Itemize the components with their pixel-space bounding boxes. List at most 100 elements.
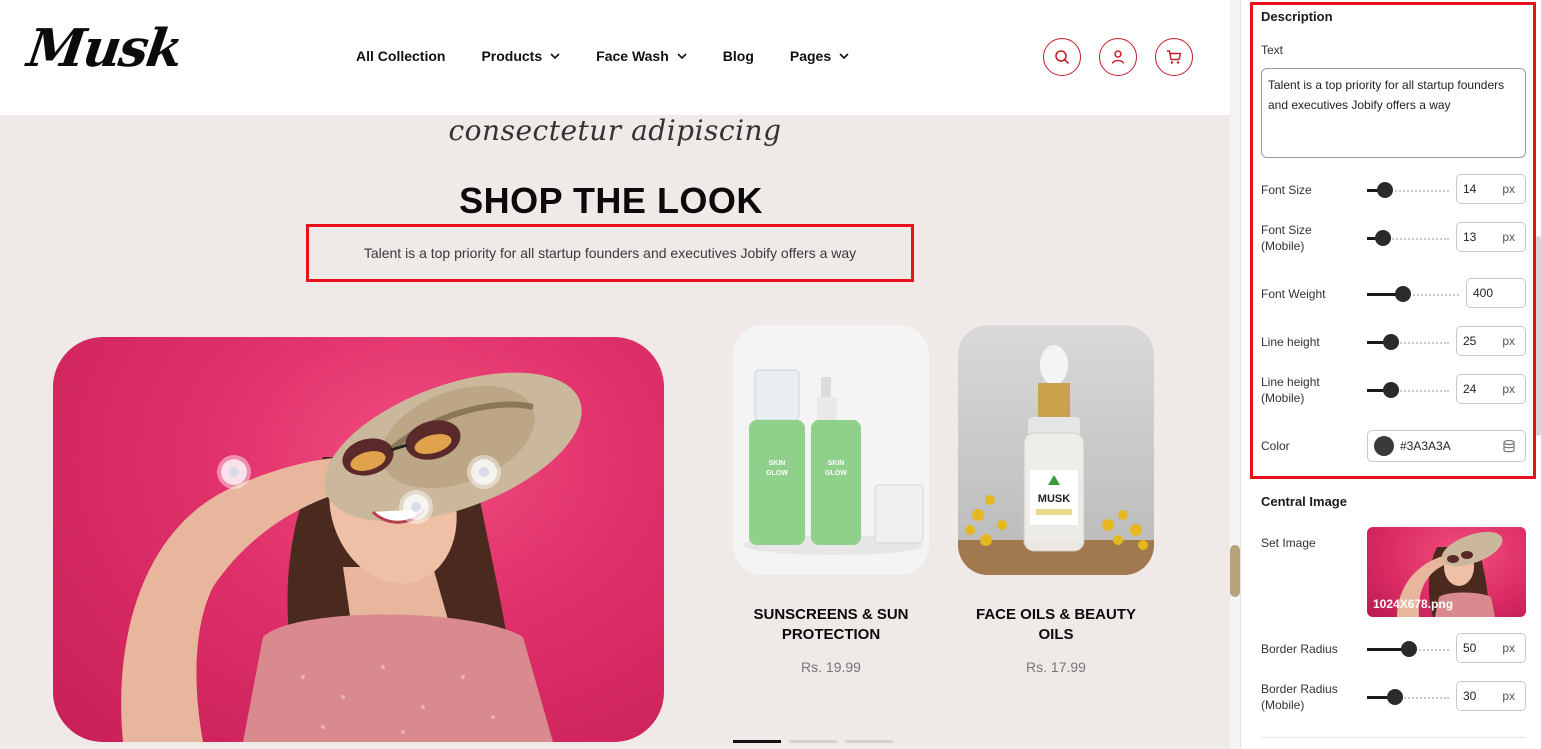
slider-track xyxy=(1397,390,1449,392)
color-swatch[interactable] xyxy=(1374,436,1394,456)
border-radius-mobile-input[interactable]: 30 px xyxy=(1456,681,1526,711)
settings-panel-scrollbar[interactable] xyxy=(1536,236,1541,436)
nav-item-all-collection[interactable]: All Collection xyxy=(356,48,445,64)
site-header: Musk All Collection Products Face Wash B… xyxy=(0,0,1230,115)
border-radius-mobile-value: 30 xyxy=(1463,689,1477,703)
description-heading: Description xyxy=(1261,9,1333,24)
nav-item-label: All Collection xyxy=(356,48,446,64)
central-image-heading: Central Image xyxy=(1261,494,1347,509)
slider-handle[interactable] xyxy=(1377,182,1393,198)
line-height-label: Line height xyxy=(1261,335,1320,349)
site-logo[interactable]: Musk xyxy=(24,18,185,79)
line-height-slider[interactable] xyxy=(1367,334,1449,350)
unit-label: px xyxy=(1502,689,1515,703)
database-icon[interactable] xyxy=(1503,439,1515,453)
section-description: Talent is a top priority for all startup… xyxy=(363,244,857,261)
product-title[interactable]: FACE OILS & BEAUTY OILS xyxy=(958,605,1154,645)
border-radius-slider[interactable] xyxy=(1367,641,1449,657)
border-radius-input[interactable]: 50 px xyxy=(1456,633,1526,663)
color-label: Color xyxy=(1261,439,1290,453)
product-hotspot[interactable] xyxy=(403,494,429,520)
font-size-slider[interactable] xyxy=(1367,182,1449,198)
line-height-mobile-input[interactable]: 24 px xyxy=(1456,374,1526,404)
nav-item-label: Products xyxy=(481,48,543,64)
product-hotspot[interactable] xyxy=(471,459,497,485)
store-preview: Musk All Collection Products Face Wash B… xyxy=(0,0,1230,749)
line-height-value: 25 xyxy=(1463,334,1477,348)
cart-button[interactable] xyxy=(1155,38,1193,76)
font-weight-slider[interactable] xyxy=(1367,286,1459,302)
font-weight-label: Font Weight xyxy=(1261,287,1326,301)
line-height-mobile-slider[interactable] xyxy=(1367,382,1449,398)
product-image[interactable]: SKIN GLOW SKIN GLOW xyxy=(733,325,929,575)
chevron-down-icon xyxy=(550,53,560,60)
header-actions xyxy=(1043,38,1193,76)
search-button[interactable] xyxy=(1043,38,1081,76)
unit-label: px xyxy=(1502,641,1515,655)
preview-scrollbar-thumb[interactable] xyxy=(1230,545,1240,597)
slider-handle[interactable] xyxy=(1375,230,1391,246)
account-button[interactable] xyxy=(1099,38,1137,76)
cart-icon xyxy=(1167,50,1182,64)
product-card[interactable]: MUSK FACE OILS & BEAUTY OILS Rs. 17.99 xyxy=(958,325,1154,675)
sunscreen-bottles-illustration: SKIN GLOW SKIN GLOW xyxy=(733,325,929,575)
product-image[interactable]: MUSK xyxy=(958,325,1154,575)
description-text-input[interactable]: Talent is a top priority for all startup… xyxy=(1261,68,1526,158)
preview-scrollbar[interactable] xyxy=(1230,0,1240,749)
carousel-pagination xyxy=(733,740,893,743)
image-filename: 1024X678.png xyxy=(1373,597,1454,611)
lookbook-central-image xyxy=(53,337,664,742)
product-hotspot[interactable] xyxy=(221,459,247,485)
color-picker-field[interactable]: #3A3A3A xyxy=(1367,430,1526,462)
slider-track xyxy=(1401,697,1449,699)
slider-track xyxy=(1397,342,1449,344)
font-size-mobile-input[interactable]: 13 px xyxy=(1456,222,1526,252)
font-size-input[interactable]: 14 px xyxy=(1456,174,1526,204)
nav-item-products[interactable]: Products xyxy=(481,48,560,64)
product-title[interactable]: SUNSCREENS & SUN PROTECTION xyxy=(733,605,929,645)
line-height-mobile-value: 24 xyxy=(1463,382,1477,396)
font-size-mobile-slider[interactable] xyxy=(1367,230,1449,246)
woman-with-hat-illustration xyxy=(121,372,582,742)
selected-description-block[interactable]: Talent is a top priority for all startup… xyxy=(306,224,914,282)
slider-track xyxy=(1391,190,1449,192)
border-radius-value: 50 xyxy=(1463,641,1477,655)
carousel-dot[interactable] xyxy=(789,740,837,743)
line-height-mobile-label: Line height (Mobile) xyxy=(1261,375,1320,405)
nav-item-label: Blog xyxy=(722,48,754,64)
search-icon xyxy=(1055,50,1070,65)
border-radius-mobile-slider[interactable] xyxy=(1367,689,1449,705)
unit-label: px xyxy=(1502,334,1515,348)
product-price: Rs. 17.99 xyxy=(1026,659,1086,675)
nav-item-face-wash[interactable]: Face Wash xyxy=(596,48,687,64)
bottle-label: SKIN xyxy=(828,460,845,467)
font-size-value: 14 xyxy=(1463,182,1477,196)
bottle-label: GLOW xyxy=(825,470,847,477)
font-size-label: Font Size xyxy=(1261,183,1312,197)
text-label: Text xyxy=(1261,43,1284,57)
unit-label: px xyxy=(1502,382,1515,396)
border-radius-mobile-label: Border Radius (Mobile) xyxy=(1261,682,1338,712)
section-title: SHOP THE LOOK xyxy=(459,180,763,221)
slider-handle[interactable] xyxy=(1383,334,1399,350)
font-weight-input[interactable]: 400 xyxy=(1466,278,1526,308)
line-height-input[interactable]: 25 px xyxy=(1456,326,1526,356)
user-icon xyxy=(1111,50,1125,64)
unit-label: px xyxy=(1502,182,1515,196)
unit-label: px xyxy=(1502,230,1515,244)
nav-item-blog[interactable]: Blog xyxy=(723,48,754,64)
central-image-thumbnail[interactable]: 1024X678.png xyxy=(1367,527,1526,617)
nav-item-pages[interactable]: Pages xyxy=(790,48,849,64)
product-price: Rs. 19.99 xyxy=(801,659,861,675)
slider-handle[interactable] xyxy=(1395,286,1411,302)
slider-handle[interactable] xyxy=(1387,689,1403,705)
bottle-label: SKIN xyxy=(769,460,786,467)
slider-handle[interactable] xyxy=(1401,641,1417,657)
carousel-dot[interactable] xyxy=(845,740,893,743)
carousel-dot[interactable] xyxy=(733,740,781,743)
font-size-mobile-value: 13 xyxy=(1463,230,1477,244)
nav-item-label: Face Wash xyxy=(596,48,669,64)
font-size-mobile-label: Font Size (Mobile) xyxy=(1261,223,1312,253)
slider-handle[interactable] xyxy=(1383,382,1399,398)
product-card[interactable]: SKIN GLOW SKIN GLOW SUNSCREENS & SUN PRO… xyxy=(733,325,929,675)
